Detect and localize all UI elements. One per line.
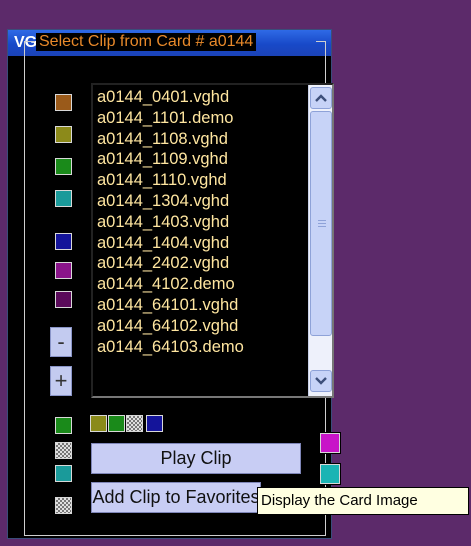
color-swatch-navy-small[interactable]: [145, 414, 164, 433]
color-swatch-navy[interactable]: [54, 232, 73, 251]
color-swatch-green-small[interactable]: [107, 414, 126, 433]
group-frame-bottom: [24, 535, 326, 536]
list-item[interactable]: a0144_1304.vghd: [97, 191, 305, 212]
list-item[interactable]: a0144_1404.vghd: [97, 233, 305, 254]
plus-button[interactable]: +: [50, 366, 72, 396]
chevron-up-icon: [315, 94, 327, 102]
grip-icon: [318, 220, 326, 227]
minus-button[interactable]: -: [50, 327, 72, 357]
list-item[interactable]: a0144_1108.vghd: [97, 129, 305, 150]
color-swatch-dark-purple[interactable]: [54, 290, 73, 309]
color-swatch-green-bottom[interactable]: [54, 416, 73, 435]
list-item[interactable]: a0144_0401.vghd: [97, 87, 305, 108]
group-legend: Select Clip from Card # a0144: [36, 33, 257, 51]
list-item[interactable]: a0144_64103.demo: [97, 337, 305, 358]
color-swatch-magenta[interactable]: [319, 432, 341, 454]
list-scrollbar[interactable]: [308, 85, 332, 396]
list-item[interactable]: a0144_2402.vghd: [97, 253, 305, 274]
scroll-thumb[interactable]: [310, 111, 332, 336]
list-item[interactable]: a0144_64102.vghd: [97, 316, 305, 337]
color-swatch-green[interactable]: [54, 157, 73, 176]
clip-list[interactable]: a0144_0401.vghd a0144_1101.demo a0144_11…: [97, 87, 305, 392]
pattern-swatch-bottom[interactable]: [54, 496, 73, 515]
color-swatch-teal[interactable]: [54, 189, 73, 208]
color-swatch-teal-bottom[interactable]: [54, 464, 73, 483]
chevron-down-icon: [315, 377, 327, 385]
list-item[interactable]: a0144_4102.demo: [97, 274, 305, 295]
scroll-up-button[interactable]: [310, 87, 332, 109]
color-swatch-cyan[interactable]: [319, 463, 341, 485]
pattern-swatch-small[interactable]: [54, 441, 73, 460]
play-clip-button[interactable]: Play Clip: [91, 443, 301, 474]
tooltip: Display the Card Image: [257, 487, 469, 515]
color-swatch-olive-small[interactable]: [89, 414, 108, 433]
list-item[interactable]: a0144_1101.demo: [97, 108, 305, 129]
color-swatch-olive[interactable]: [54, 125, 73, 144]
scroll-down-button[interactable]: [310, 370, 332, 392]
group-frame-left: [24, 41, 35, 536]
clip-listbox[interactable]: a0144_0401.vghd a0144_1101.demo a0144_11…: [91, 83, 334, 398]
color-swatch-brown[interactable]: [54, 93, 73, 112]
color-swatch-purple[interactable]: [54, 261, 73, 280]
pattern-swatch[interactable]: [125, 414, 144, 433]
list-item[interactable]: a0144_1110.vghd: [97, 170, 305, 191]
add-to-favorites-button[interactable]: Add Clip to Favorites: [91, 482, 261, 513]
list-item[interactable]: a0144_64101.vghd: [97, 295, 305, 316]
list-item[interactable]: a0144_1403.vghd: [97, 212, 305, 233]
list-item[interactable]: a0144_1109.vghd: [97, 149, 305, 170]
